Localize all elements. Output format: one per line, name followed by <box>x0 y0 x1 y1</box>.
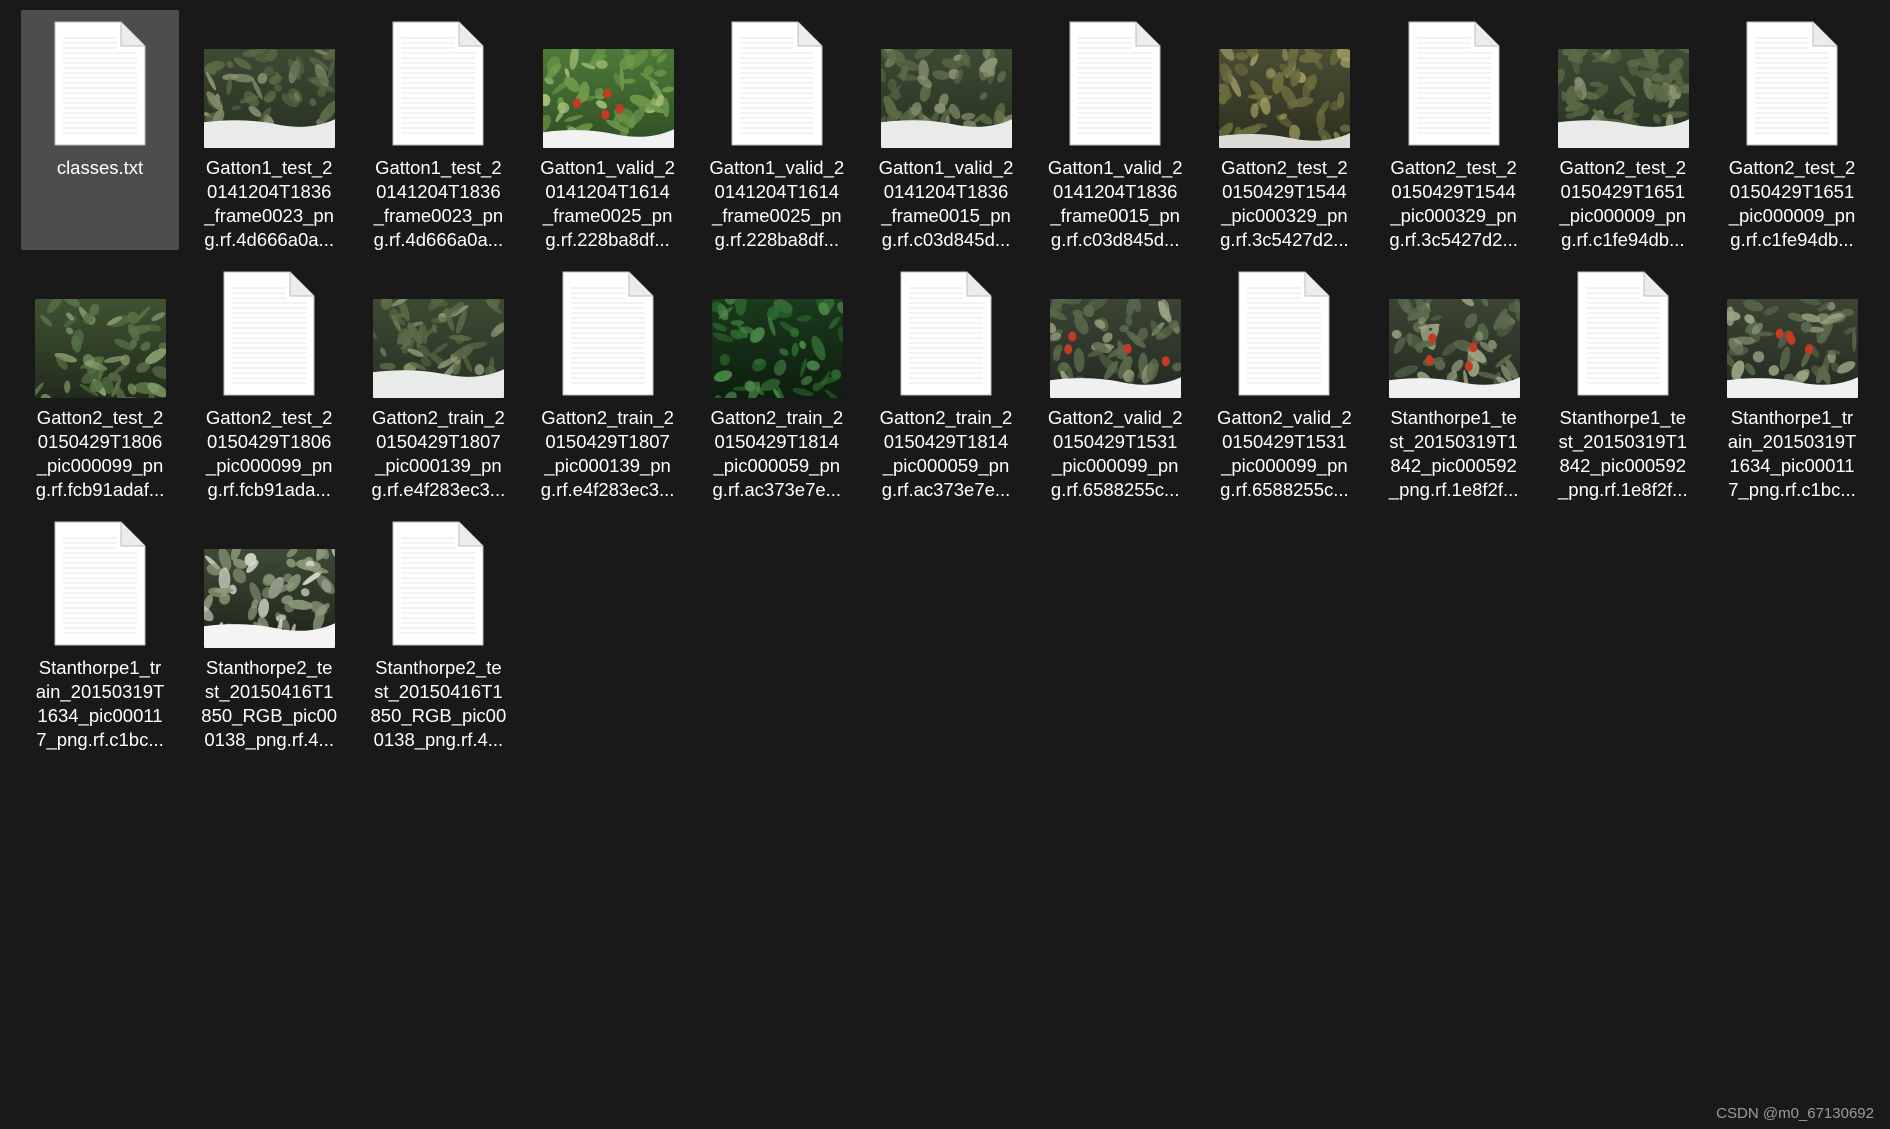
image-thumbnail <box>867 10 1025 148</box>
file-name-label: Gatton1_valid_2 0141204T1836 _frame0015_… <box>1047 157 1183 250</box>
file-item[interactable]: Gatton1_valid_2 0141204T1836 _frame0015_… <box>1036 10 1194 250</box>
file-item[interactable]: Gatton1_valid_2 0141204T1614 _frame0025_… <box>698 10 856 250</box>
file-name-label: Gatton2_test_2 0150429T1651 _pic000009_p… <box>1728 157 1856 250</box>
file-item[interactable]: Gatton2_test_2 0150429T1544 _pic000329_p… <box>1375 10 1533 250</box>
file-name-label: Stanthorpe2_te st_20150416T1 850_RGB_pic… <box>201 657 338 750</box>
file-item[interactable]: Stanthorpe1_te st_20150319T1 842_pic0005… <box>1375 260 1533 500</box>
file-item[interactable]: Gatton2_test_2 0150429T1651 _pic000009_p… <box>1544 10 1702 250</box>
image-thumbnail <box>1544 10 1702 148</box>
file-name-label: Gatton2_test_2 0150429T1806 _pic000099_p… <box>35 407 165 500</box>
file-item[interactable]: Gatton1_valid_2 0141204T1836 _frame0015_… <box>867 10 1025 250</box>
text-file-icon <box>359 10 517 146</box>
text-file-icon <box>359 510 517 646</box>
file-name-label: Gatton1_test_2 0141204T1836 _frame0023_p… <box>373 157 504 250</box>
file-name-label: Gatton2_test_2 0150429T1806 _pic000099_p… <box>205 407 333 500</box>
file-item[interactable]: Stanthorpe2_te st_20150416T1 850_RGB_pic… <box>359 510 517 750</box>
image-thumbnail <box>1205 10 1363 148</box>
file-name-label: Gatton2_test_2 0150429T1544 _pic000329_p… <box>1220 157 1349 250</box>
image-thumbnail <box>698 260 856 398</box>
file-item[interactable]: Gatton1_valid_2 0141204T1614 _frame0025_… <box>529 10 687 250</box>
file-item[interactable]: Stanthorpe1_tr ain_20150319T 1634_pic000… <box>1713 260 1871 500</box>
file-item[interactable]: Gatton2_train_2 0150429T1814 _pic000059_… <box>698 260 856 500</box>
file-name-label: Gatton2_test_2 0150429T1651 _pic000009_p… <box>1559 157 1687 250</box>
image-thumbnail <box>190 510 348 648</box>
text-file-icon <box>529 260 687 396</box>
file-item[interactable]: Gatton2_train_2 0150429T1814 _pic000059_… <box>867 260 1025 500</box>
file-item[interactable]: Stanthorpe1_tr ain_20150319T 1634_pic000… <box>21 510 179 750</box>
file-item[interactable]: Gatton2_test_2 0150429T1544 _pic000329_p… <box>1205 10 1363 250</box>
text-file-icon <box>1544 260 1702 396</box>
image-thumbnail <box>1036 260 1194 398</box>
text-file-icon <box>1036 10 1194 146</box>
image-thumbnail <box>359 260 517 398</box>
file-item[interactable]: Stanthorpe1_te st_20150319T1 842_pic0005… <box>1544 260 1702 500</box>
file-item[interactable]: Gatton1_test_2 0141204T1836 _frame0023_p… <box>190 10 348 250</box>
text-file-icon <box>1205 260 1363 396</box>
file-item[interactable]: Gatton2_train_2 0150429T1807 _pic000139_… <box>359 260 517 500</box>
file-name-label: Stanthorpe2_te st_20150416T1 850_RGB_pic… <box>370 657 507 750</box>
image-thumbnail <box>1713 260 1871 398</box>
file-name-label: Stanthorpe1_tr ain_20150319T 1634_pic000… <box>1727 407 1857 500</box>
file-item[interactable]: Gatton2_train_2 0150429T1807 _pic000139_… <box>529 260 687 500</box>
file-item[interactable]: Stanthorpe2_te st_20150416T1 850_RGB_pic… <box>190 510 348 750</box>
image-thumbnail <box>529 10 687 148</box>
file-name-label: Gatton1_valid_2 0141204T1614 _frame0025_… <box>540 157 675 250</box>
file-name-label: Gatton1_valid_2 0141204T1614 _frame0025_… <box>709 157 845 250</box>
file-name-label: Gatton1_test_2 0141204T1836 _frame0023_p… <box>204 157 334 250</box>
text-file-icon <box>1713 10 1871 146</box>
text-file-icon <box>867 260 1025 396</box>
file-name-label: Stanthorpe1_te st_20150319T1 842_pic0005… <box>1388 407 1519 500</box>
image-thumbnail <box>190 10 348 148</box>
file-item[interactable]: Gatton2_valid_2 0150429T1531 _pic000099_… <box>1036 260 1194 500</box>
image-thumbnail <box>1375 260 1533 398</box>
file-item[interactable]: Gatton2_valid_2 0150429T1531 _pic000099_… <box>1205 260 1363 500</box>
file-name-label: Gatton2_train_2 0150429T1807 _pic000139_… <box>371 407 506 500</box>
file-name-label: Gatton2_test_2 0150429T1544 _pic000329_p… <box>1389 157 1518 250</box>
file-name-label: Stanthorpe1_tr ain_20150319T 1634_pic000… <box>35 657 165 750</box>
text-file-icon <box>190 260 348 396</box>
file-item[interactable]: Gatton2_test_2 0150429T1806 _pic000099_p… <box>190 260 348 500</box>
file-name-label: classes.txt <box>56 157 144 178</box>
text-file-icon <box>21 10 179 146</box>
file-name-label: Gatton2_train_2 0150429T1807 _pic000139_… <box>540 407 675 500</box>
file-item[interactable]: classes.txt <box>21 10 179 250</box>
file-name-label: Gatton2_valid_2 0150429T1531 _pic000099_… <box>1047 407 1183 500</box>
file-item[interactable]: Gatton1_test_2 0141204T1836 _frame0023_p… <box>359 10 517 250</box>
file-item[interactable]: Gatton2_test_2 0150429T1806 _pic000099_p… <box>21 260 179 500</box>
file-explorer-view[interactable]: classes.txt Gatton1_test_2 0141204T1836 _… <box>0 0 1890 1129</box>
text-file-icon <box>21 510 179 646</box>
text-file-icon <box>698 10 856 146</box>
watermark: CSDN @m0_67130692 <box>1716 1105 1874 1122</box>
file-name-label: Gatton2_train_2 0150429T1814 _pic000059_… <box>710 407 844 500</box>
file-item[interactable]: Gatton2_test_2 0150429T1651 _pic000009_p… <box>1713 10 1871 250</box>
file-name-label: Gatton2_valid_2 0150429T1531 _pic000099_… <box>1217 407 1352 500</box>
file-name-label: Gatton1_valid_2 0141204T1836 _frame0015_… <box>878 157 1014 250</box>
image-thumbnail <box>21 260 179 398</box>
file-name-label: Stanthorpe1_te st_20150319T1 842_pic0005… <box>1558 407 1688 500</box>
file-name-label: Gatton2_train_2 0150429T1814 _pic000059_… <box>879 407 1013 500</box>
text-file-icon <box>1375 10 1533 146</box>
